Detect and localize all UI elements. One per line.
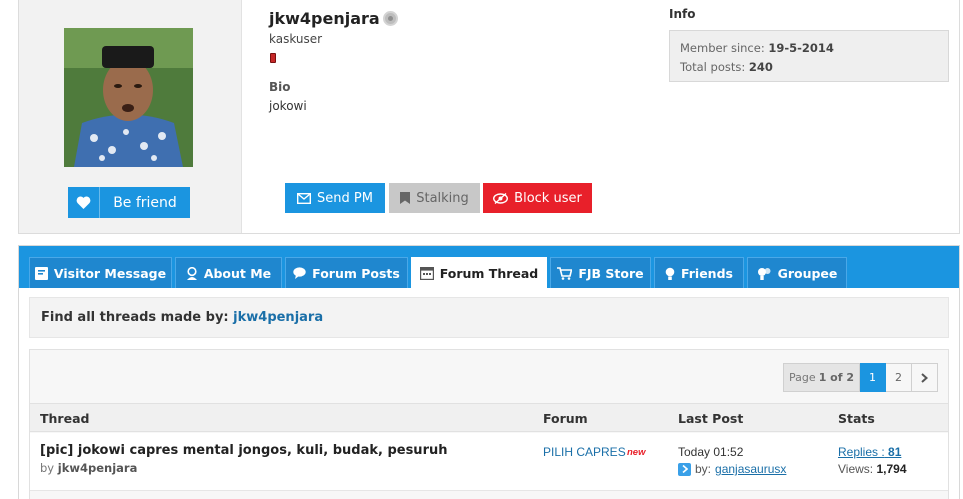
profile-username: jkw4penjara	[269, 9, 380, 28]
last-post-user-link[interactable]: ganjasaurusx	[715, 462, 786, 476]
go-to-last-post-icon[interactable]	[678, 462, 691, 476]
tab-groupee-label: Groupee	[777, 265, 838, 281]
header-thread: Thread	[40, 411, 90, 426]
total-posts-label: Total posts:	[680, 60, 746, 74]
heart-icon	[68, 187, 100, 218]
forum-posts-icon	[293, 267, 306, 279]
page-info-value: 1 of 2	[818, 371, 854, 384]
visitor-message-icon	[34, 266, 48, 280]
cart-icon	[557, 266, 573, 280]
tab-fjb-store-label: FJB Store	[578, 265, 644, 281]
offline-status-icon	[383, 11, 398, 26]
tab-friends-label: Friends	[681, 265, 733, 281]
friends-icon	[665, 267, 675, 280]
be-friend-button[interactable]: Be friend	[68, 187, 190, 218]
views-value: 1,794	[876, 462, 907, 476]
envelope-icon	[297, 192, 312, 204]
tab-about-me-label: About Me	[203, 265, 272, 281]
stalking-button[interactable]: Stalking	[389, 183, 480, 213]
avatar-column: Be friend	[19, 0, 242, 233]
info-label: Info	[669, 7, 696, 21]
member-since-value: 19-5-2014	[768, 41, 834, 55]
tab-forum-thread[interactable]: Forum Thread	[411, 257, 547, 289]
info-box: Member since: 19-5-2014 Total posts: 240	[669, 30, 949, 82]
tab-visitor-message-label: Visitor Message	[53, 265, 167, 281]
tab-forum-posts-label: Forum Posts	[312, 265, 400, 281]
stalking-label: Stalking	[416, 190, 469, 206]
header-stats: Stats	[838, 411, 875, 426]
header-last-post: Last Post	[678, 411, 744, 426]
thread-author: by jkw4penjara	[40, 461, 137, 475]
last-post-by-label: by:	[695, 462, 712, 476]
member-since-line: Member since: 19-5-2014	[680, 39, 938, 58]
tab-forum-posts[interactable]: Forum Posts	[285, 257, 408, 288]
thread-table-header: Thread Forum Last Post Stats	[30, 403, 948, 432]
profile-tabs-panel: Visitor Message About Me Forum Posts For…	[18, 245, 960, 499]
tab-visitor-message[interactable]: Visitor Message	[29, 257, 172, 288]
table-row: [pic] jokowi capres mental jongos, kuli,…	[30, 433, 948, 491]
tab-about-me[interactable]: About Me	[175, 257, 282, 288]
reputation-icon	[270, 53, 276, 63]
find-threads-user-link[interactable]: jkw4penjara	[233, 310, 323, 325]
groupee-icon	[757, 267, 771, 280]
bio-text: jokowi	[269, 99, 307, 113]
send-pm-label: Send PM	[317, 190, 373, 206]
last-post-time: Today 01:52	[678, 445, 744, 459]
eye-slash-icon	[493, 192, 509, 204]
tab-groupee[interactable]: Groupee	[747, 257, 847, 288]
tab-friends[interactable]: Friends	[654, 257, 744, 288]
views-label: Views:	[838, 462, 874, 476]
new-badge: new	[627, 447, 646, 458]
about-me-icon	[186, 266, 197, 280]
block-user-label: Block user	[514, 190, 582, 206]
thread-list-panel: Page 1 of 2 1 2 Thread Forum Last Post S…	[29, 349, 949, 499]
forum-thread-icon	[419, 267, 434, 280]
thread-author-name[interactable]: jkw4penjara	[58, 461, 138, 475]
thread-title-link[interactable]: [pic] jokowi capres mental jongos, kuli,…	[40, 443, 448, 458]
avatar[interactable]	[64, 28, 193, 167]
page-2-button[interactable]: 2	[886, 363, 912, 392]
member-since-label: Member since:	[680, 41, 765, 55]
profile-card: Be friend jkw4penjara kaskuser Bio jokow…	[18, 0, 960, 234]
send-pm-button[interactable]: Send PM	[285, 183, 385, 213]
total-posts-line: Total posts: 240	[680, 58, 938, 77]
next-page-button[interactable]	[912, 363, 938, 392]
page-1-button[interactable]: 1	[860, 363, 886, 392]
tab-bar: Visitor Message About Me Forum Posts For…	[19, 246, 959, 289]
last-post-by: by: ganjasaurusx	[678, 462, 786, 476]
thread-by-label: by	[40, 461, 55, 475]
be-friend-label: Be friend	[113, 194, 177, 211]
bookmark-icon	[400, 192, 411, 204]
header-forum: Forum	[543, 411, 588, 426]
tab-fjb-store[interactable]: FJB Store	[550, 257, 651, 288]
page-info: Page 1 of 2	[783, 363, 860, 392]
views-stat: Views: 1,794	[838, 462, 907, 476]
avatar-photo	[64, 28, 193, 167]
pagination: Page 1 of 2 1 2	[783, 363, 938, 392]
replies-label: Replies :	[838, 445, 885, 459]
total-posts-value: 240	[748, 60, 773, 74]
thread-forum-link[interactable]: PILIH CAPRES	[543, 445, 626, 459]
bio-label: Bio	[269, 80, 291, 94]
find-threads-label: Find all threads made by:	[41, 310, 229, 325]
tab-forum-thread-label: Forum Thread	[439, 266, 539, 281]
chevron-right-icon	[921, 372, 928, 383]
find-threads-bar: Find all threads made by: jkw4penjara	[29, 297, 949, 338]
user-role: kaskuser	[269, 32, 323, 46]
replies-link[interactable]: Replies : 81	[838, 445, 901, 459]
replies-value: 81	[888, 445, 902, 459]
page-info-prefix: Page	[789, 371, 816, 384]
block-user-button[interactable]: Block user	[483, 183, 592, 213]
